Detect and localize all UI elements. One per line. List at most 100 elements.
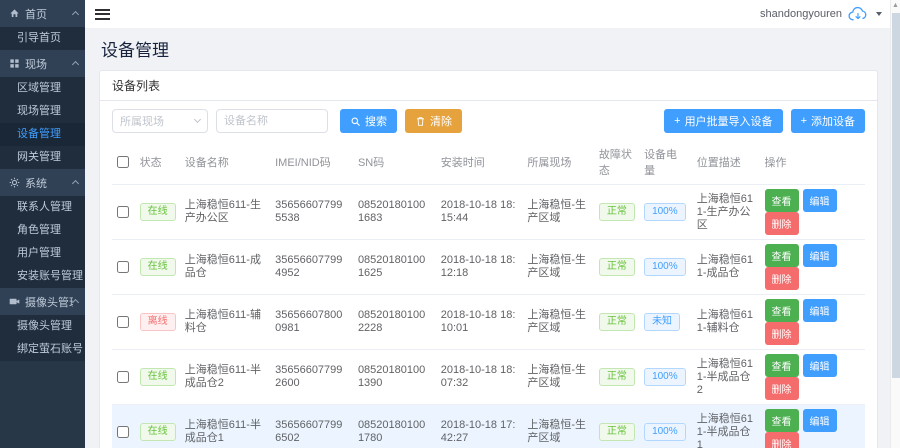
- device-name-input[interactable]: [216, 109, 328, 133]
- view-button[interactable]: 查看: [765, 409, 799, 432]
- view-button[interactable]: 查看: [765, 244, 799, 267]
- delete-button[interactable]: 删除: [765, 322, 799, 345]
- delete-button[interactable]: 删除: [765, 377, 799, 400]
- sidebar-section-header[interactable]: 现场: [0, 50, 85, 77]
- location-cell: 上海稳恒611-成品仓: [692, 240, 760, 295]
- fault-cell: 正常: [594, 185, 639, 240]
- column-header: 设备电量: [639, 140, 692, 185]
- sidebar-item[interactable]: 现场管理: [0, 100, 85, 123]
- bulk-import-button[interactable]: + 用户批量导入设备: [664, 109, 782, 133]
- sidebar-item[interactable]: 引导首页: [0, 27, 85, 50]
- site-cell: 上海稳恒-生产区域: [522, 405, 594, 448]
- column-header: 设备名称: [180, 140, 270, 185]
- location-cell: 上海稳恒611-半成品仓1: [692, 405, 760, 448]
- status-badge: 离线: [140, 313, 176, 331]
- column-header: SN码: [353, 140, 436, 185]
- scroll-up-icon[interactable]: ▲: [891, 0, 900, 12]
- page-title: 设备管理: [101, 36, 878, 61]
- sidebar-filler: [0, 361, 85, 448]
- sidebar-item[interactable]: 联系人管理: [0, 196, 85, 219]
- view-button[interactable]: 查看: [765, 299, 799, 322]
- vertical-scrollbar[interactable]: ▲: [890, 0, 900, 448]
- chevron-up-icon: [72, 180, 79, 187]
- imei-cell: 356566077995538: [270, 185, 353, 240]
- select-all-checkbox[interactable]: [117, 156, 129, 168]
- edit-button[interactable]: 编辑: [803, 189, 837, 212]
- row-checkbox[interactable]: [117, 371, 129, 383]
- topbar: shandongyouren: [85, 0, 900, 28]
- sidebar-section-label: 首页: [25, 6, 73, 22]
- actions-cell: 查看编辑删除: [760, 295, 865, 350]
- install-time-cell: 2018-10-18 17:42:27: [436, 405, 523, 448]
- row-checkbox[interactable]: [117, 316, 129, 328]
- device-name-cell: 上海稳恒611-生产办公区: [180, 185, 270, 240]
- site-cell: 上海稳恒-生产区域: [522, 240, 594, 295]
- search-button[interactable]: 搜索: [340, 109, 397, 133]
- user-menu[interactable]: shandongyouren: [760, 6, 882, 22]
- checkbox-cell: [112, 240, 135, 295]
- table-row: 在线上海稳恒611-生产办公区3565660779955380852018010…: [112, 185, 865, 240]
- sidebar-item[interactable]: 绑定萤石账号: [0, 338, 85, 361]
- delete-button[interactable]: 删除: [765, 212, 799, 235]
- clear-button[interactable]: 清除: [405, 109, 462, 133]
- fault-badge: 正常: [599, 258, 635, 276]
- location-cell: 上海稳恒611-半成品仓2: [692, 350, 760, 405]
- sidebar-menu: 首页引导首页现场区域管理现场管理设备管理网关管理系统联系人管理角色管理用户管理安…: [0, 0, 85, 361]
- sidebar-section-header[interactable]: 摄像头管理: [0, 288, 85, 315]
- sn-cell: 085201801001625: [353, 240, 436, 295]
- table-row: 在线上海稳恒611-半成品仓23565660779926000852018010…: [112, 350, 865, 405]
- view-button[interactable]: 查看: [765, 189, 799, 212]
- sn-cell: 085201801001683: [353, 185, 436, 240]
- sn-cell: 085201801001780: [353, 405, 436, 448]
- view-button[interactable]: 查看: [765, 354, 799, 377]
- status-cell: 在线: [135, 405, 180, 448]
- trash-icon: [415, 116, 426, 127]
- sidebar-section-header[interactable]: 首页: [0, 0, 85, 27]
- sidebar-item[interactable]: 角色管理: [0, 219, 85, 242]
- site-cell: 上海稳恒-生产区域: [522, 185, 594, 240]
- battery-cell: 100%: [639, 350, 692, 405]
- column-header: IMEI/NID码: [270, 140, 353, 185]
- chevron-down-icon: [876, 12, 882, 16]
- battery-badge: 100%: [644, 258, 686, 276]
- fault-badge: 正常: [599, 423, 635, 441]
- sidebar-section-label: 摄像头管理: [25, 294, 73, 310]
- column-header: 所属现场: [522, 140, 594, 185]
- status-cell: 在线: [135, 350, 180, 405]
- sidebar-item[interactable]: 摄像头管理: [0, 315, 85, 338]
- column-header: 操作: [760, 140, 865, 185]
- actions-cell: 查看编辑删除: [760, 405, 865, 448]
- column-header: 故障状态: [594, 140, 639, 185]
- edit-button[interactable]: 编辑: [803, 354, 837, 377]
- plus-icon: +: [674, 115, 680, 127]
- chevron-down-icon: [194, 116, 201, 123]
- battery-cell: 未知: [639, 295, 692, 350]
- install-time-cell: 2018-10-18 18:10:01: [436, 295, 523, 350]
- row-checkbox[interactable]: [117, 426, 129, 438]
- site-select[interactable]: 所属现场: [112, 109, 208, 133]
- sidebar-item[interactable]: 安装账号管理: [0, 265, 85, 288]
- sidebar-item[interactable]: 网关管理: [0, 146, 85, 169]
- delete-button[interactable]: 删除: [765, 267, 799, 290]
- sn-cell: 085201801002228: [353, 295, 436, 350]
- sidebar-item-active[interactable]: 设备管理: [0, 123, 85, 146]
- row-checkbox[interactable]: [117, 206, 129, 218]
- sidebar-item[interactable]: 用户管理: [0, 242, 85, 265]
- edit-button[interactable]: 编辑: [803, 299, 837, 322]
- battery-badge: 100%: [644, 203, 686, 221]
- scrollbar-thumb[interactable]: [892, 13, 900, 378]
- fault-badge: 正常: [599, 313, 635, 331]
- fault-cell: 正常: [594, 240, 639, 295]
- username: shandongyouren: [760, 8, 842, 20]
- edit-button[interactable]: 编辑: [803, 409, 837, 432]
- sidebar: 首页引导首页现场区域管理现场管理设备管理网关管理系统联系人管理角色管理用户管理安…: [0, 0, 85, 448]
- sidebar-item[interactable]: 区域管理: [0, 77, 85, 100]
- delete-button[interactable]: 删除: [765, 432, 799, 448]
- row-checkbox[interactable]: [117, 261, 129, 273]
- add-device-button[interactable]: + 添加设备: [791, 109, 865, 133]
- sidebar-section-header[interactable]: 系统: [0, 169, 85, 196]
- hamburger-icon[interactable]: [95, 9, 110, 20]
- actions-cell: 查看编辑删除: [760, 240, 865, 295]
- edit-button[interactable]: 编辑: [803, 244, 837, 267]
- battery-badge: 未知: [644, 313, 680, 331]
